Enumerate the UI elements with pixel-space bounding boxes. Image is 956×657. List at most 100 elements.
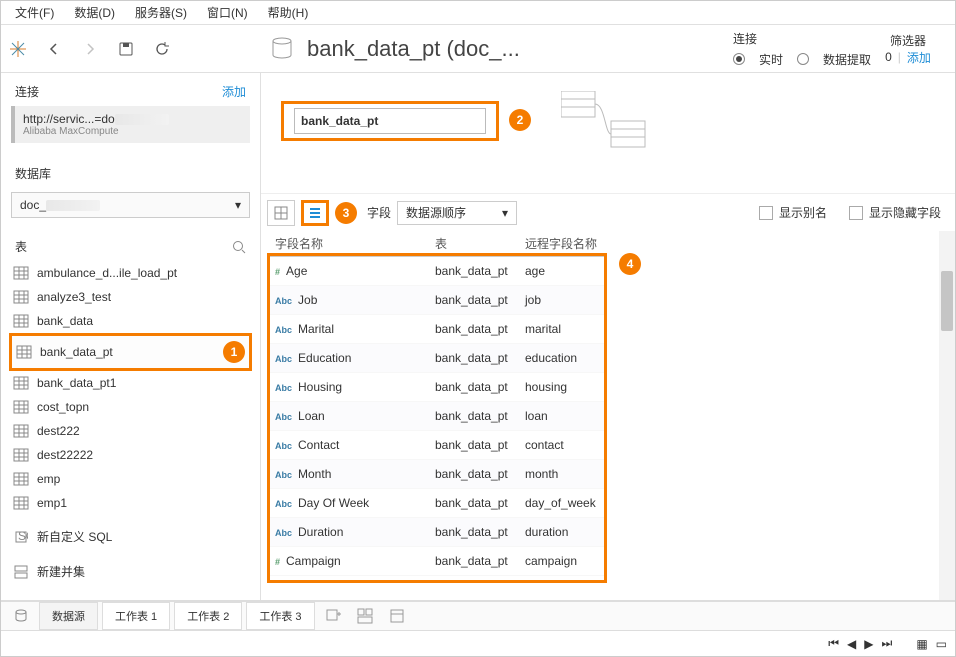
database-select[interactable]: doc_ ▾ [11,192,250,218]
tableau-logo-icon [9,40,27,58]
new-union[interactable]: 新建并集 [9,558,252,585]
field-row[interactable]: #Campaignbank_data_ptcampaign [267,547,607,576]
callout-3: 3 [335,202,357,224]
field-name: Job [298,293,317,307]
show-hidden-checkbox[interactable] [849,206,863,220]
filter-count: 0 [885,50,892,64]
table-item[interactable]: emp [9,467,252,491]
field-row[interactable]: AbcDay Of Weekbank_data_ptday_of_week [267,489,607,518]
chevron-down-icon: ▾ [235,198,241,212]
table-icon [13,448,29,462]
field-row[interactable]: #Agebank_data_ptage [267,257,607,286]
add-connection-link[interactable]: 添加 [222,83,246,100]
callout-2: 2 [509,109,531,131]
show-alias-checkbox[interactable] [759,206,773,220]
field-name: Day Of Week [298,496,369,510]
menu-file[interactable]: 文件(F) [5,2,64,23]
field-row[interactable]: AbcHousingbank_data_pthousing [267,373,607,402]
table-item[interactable]: analyze3_test [9,285,252,309]
view-grid-icon[interactable]: ▦ [916,637,927,651]
radio-extract-label: 数据提取 [823,51,871,68]
col-remote[interactable]: 远程字段名称 [517,231,607,257]
page-title: bank_data_pt (doc_... [307,36,520,62]
nav-next-icon[interactable]: ▶ [864,637,873,651]
custom-sql[interactable]: SQL新自定义 SQL [9,523,252,550]
field-row[interactable]: AbcMaritalbank_data_ptmarital [267,315,607,344]
add-filter-link[interactable]: 添加 [907,49,931,66]
dropped-table[interactable]: bank_data_pt [281,101,499,141]
connection-card[interactable]: http://servic...=do Alibaba MaxCompute [11,106,250,143]
view-presentation-icon[interactable]: ▭ [936,637,947,651]
table-icon [13,424,29,438]
table-name: dest222 [37,424,80,438]
list-view-button[interactable] [301,200,329,226]
field-row[interactable]: AbcJobbank_data_ptjob [267,286,607,315]
field-table: bank_data_pt [427,373,517,402]
new-dashboard-icon[interactable] [351,604,379,628]
field-remote: month [517,460,607,489]
menu-help[interactable]: 帮助(H) [258,2,319,23]
back-icon[interactable] [45,40,63,58]
field-name: Housing [298,380,342,394]
grid-view-button[interactable] [267,200,295,226]
table-item[interactable]: cost_topn [9,395,252,419]
table-item[interactable]: dest222 [9,419,252,443]
tab-ws3[interactable]: 工作表 3 [246,602,314,630]
table-item[interactable]: bank_data_pt1 [9,371,252,395]
field-remote: day_of_week [517,489,607,518]
radio-extract[interactable] [797,53,809,65]
tab-ws2[interactable]: 工作表 2 [174,602,242,630]
field-row[interactable]: AbcLoanbank_data_ptloan [267,402,607,431]
col-field-name[interactable]: 字段名称 [267,231,427,257]
tab-ws1[interactable]: 工作表 1 [102,602,170,630]
field-remote: contact [517,431,607,460]
type-icon: # [275,557,280,567]
table-item[interactable]: bank_data_pt1 [9,333,252,371]
nav-first-icon[interactable]: ⏮ [828,636,839,651]
table-item[interactable]: dest22222 [9,443,252,467]
datasource-tab-icon[interactable] [7,604,35,628]
join-canvas[interactable]: bank_data_pt 2 [261,73,955,193]
radio-live[interactable] [733,53,745,65]
chevron-down-icon: ▾ [502,206,508,220]
nav-prev-icon[interactable]: ◀ [847,637,856,651]
refresh-icon[interactable] [153,40,171,58]
table-item[interactable]: bank_data [9,309,252,333]
field-name: Duration [298,525,343,539]
type-icon: Abc [275,470,292,480]
table-item[interactable]: emp1 [9,491,252,515]
field-remote: loan [517,402,607,431]
scrollbar[interactable] [939,231,955,600]
field-label: 字段 [367,204,391,221]
status-bar: ⏮ ◀ ▶ ⏭ ▦ ▭ [1,630,955,656]
menu-window[interactable]: 窗口(N) [197,2,258,23]
search-icon[interactable] [232,240,246,254]
field-row[interactable]: AbcContactbank_data_ptcontact [267,431,607,460]
field-name: Month [298,467,331,481]
col-table[interactable]: 表 [427,231,517,257]
field-row[interactable]: AbcDurationbank_data_ptduration [267,518,607,547]
field-name: Contact [298,438,339,452]
table-name: bank_data [37,314,93,328]
new-worksheet-icon[interactable] [319,604,347,628]
field-row[interactable]: Abc Month bank_data_ptmonth [267,460,607,489]
nav-last-icon[interactable]: ⏭ [882,636,893,651]
field-remote: job [517,286,607,315]
field-table: bank_data_pt [427,344,517,373]
new-story-icon[interactable] [383,604,411,628]
menu-data[interactable]: 数据(D) [64,2,125,23]
tab-datasource[interactable]: 数据源 [39,602,98,630]
field-remote: marital [517,315,607,344]
field-table: bank_data_pt [427,460,517,489]
join-diagram-icon [561,91,651,151]
forward-icon [81,40,99,58]
callout-4: 4 [619,253,641,275]
table-name: dest22222 [37,448,93,462]
menu-server[interactable]: 服务器(S) [125,2,197,23]
table-item[interactable]: ambulance_d...ile_load_pt [9,261,252,285]
table-name: ambulance_d...ile_load_pt [37,266,177,280]
sort-select[interactable]: 数据源顺序▾ [397,201,517,225]
save-icon[interactable] [117,40,135,58]
field-table: bank_data_pt [427,257,517,286]
field-row[interactable]: AbcEducationbank_data_pteducation [267,344,607,373]
